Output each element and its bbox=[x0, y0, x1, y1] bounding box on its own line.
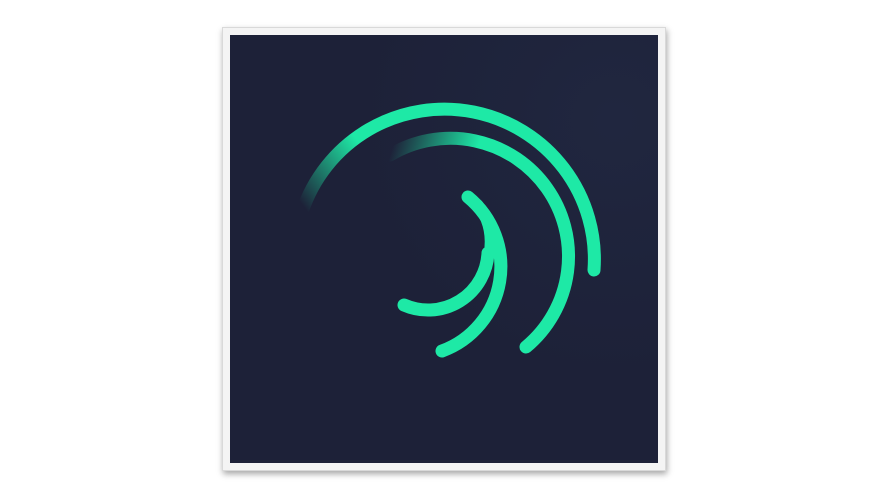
app-icon-frame bbox=[222, 27, 666, 471]
image-stage bbox=[0, 0, 890, 501]
swirl-logo-icon bbox=[230, 35, 658, 463]
app-icon-tile bbox=[230, 35, 658, 463]
